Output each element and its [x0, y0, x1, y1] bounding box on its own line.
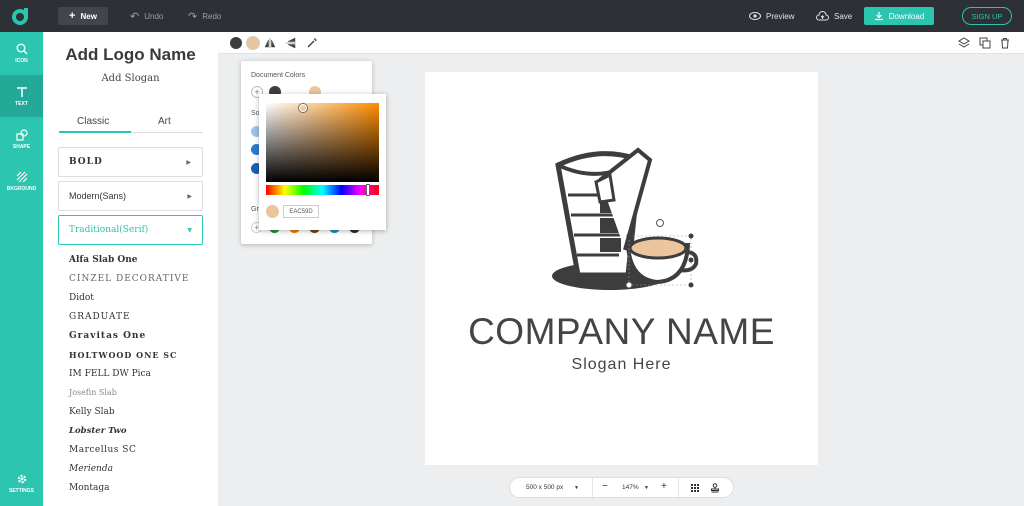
left-nav: ICON TEXT SHAPE BKGROUND SETTINGS	[0, 32, 43, 506]
font-item[interactable]: Merienda	[69, 464, 113, 474]
zoom-in-button[interactable]: +	[661, 481, 667, 492]
stamp-icon[interactable]	[710, 483, 720, 493]
undo-label: Undo	[144, 11, 164, 21]
tab-classic[interactable]: Classic	[77, 116, 109, 127]
chevron-right-icon: ▶	[186, 158, 192, 166]
font-item[interactable]: Josefin Slab	[69, 388, 117, 397]
nav-settings-label: SETTINGS	[8, 487, 34, 494]
font-item[interactable]: Gravitas One	[69, 331, 146, 341]
font-item[interactable]: Lobster Two	[69, 426, 127, 436]
font-item[interactable]: HOLTWOOD ONE SC	[69, 350, 177, 360]
plus-icon: +	[69, 10, 76, 22]
nav-shape[interactable]: SHAPE	[0, 118, 43, 160]
new-label: New	[80, 11, 97, 21]
nav-icon-label: ICON	[15, 57, 28, 64]
color-picker: EAC59D	[259, 94, 386, 230]
preview-button[interactable]: Preview	[749, 7, 794, 25]
cloud-upload-icon	[816, 11, 829, 21]
saturation-value-field[interactable]	[266, 103, 379, 182]
font-item[interactable]: Didot	[69, 293, 94, 303]
font-item[interactable]: Kelly Slab	[69, 407, 115, 417]
tab-active-indicator	[59, 131, 131, 133]
font-item[interactable]: CINZEL DECORATIVE	[69, 274, 189, 284]
shape-icon	[15, 128, 28, 141]
nav-background-label: BKGROUND	[6, 185, 37, 192]
font-item[interactable]: GRADUATE	[69, 312, 131, 322]
category-bold[interactable]: BOLD ▶	[58, 147, 203, 177]
text-panel: Add Logo Name Add Slogan Classic Art BOL…	[43, 32, 218, 506]
download-button[interactable]: Download	[864, 7, 934, 25]
save-label: Save	[834, 11, 853, 21]
redo-button[interactable]: ↷ Redo	[188, 7, 221, 25]
font-item[interactable]: Alfa Slab One	[69, 255, 138, 265]
chevron-down-icon[interactable]: ▼	[574, 485, 579, 491]
download-icon	[874, 12, 883, 21]
nav-text-label: TEXT	[15, 100, 28, 107]
slogan-text[interactable]: Slogan Here	[425, 356, 818, 374]
redo-icon: ↷	[188, 10, 198, 23]
text-icon	[16, 86, 27, 97]
hue-handle[interactable]	[366, 184, 370, 196]
nav-icon[interactable]: ICON	[0, 32, 43, 74]
divider	[592, 478, 593, 499]
logo-name-input[interactable]: Add Logo Name	[43, 45, 218, 65]
search-icon	[16, 43, 27, 54]
undo-button[interactable]: ↶ Undo	[130, 7, 163, 25]
font-item[interactable]: IM FELL DW Pica	[69, 369, 151, 379]
font-item[interactable]: Montaga	[69, 483, 110, 493]
zoom-bar: 500 x 500 px ▼ − 147% ▼ +	[509, 477, 734, 499]
document-colors-title: Document Colors	[251, 72, 306, 79]
color-swatch-dark[interactable]	[230, 37, 242, 49]
divider	[678, 478, 679, 499]
grid-icon[interactable]	[690, 483, 700, 493]
chevron-right-icon: ▶	[187, 193, 192, 200]
redo-label: Redo	[202, 11, 222, 21]
duplicate-icon[interactable]	[979, 37, 991, 49]
flip-horizontal-icon[interactable]	[264, 37, 276, 49]
hex-input[interactable]: EAC59D	[283, 205, 319, 218]
background-icon	[16, 171, 27, 182]
category-modern[interactable]: Modern(Sans) ▶	[58, 181, 203, 211]
trash-icon[interactable]	[999, 37, 1011, 49]
hue-slider[interactable]	[266, 185, 379, 195]
magic-wand-icon[interactable]	[306, 37, 318, 49]
slogan-input[interactable]: Add Slogan	[43, 73, 218, 84]
preview-label: Preview	[766, 11, 795, 21]
canvas-size-label[interactable]: 500 x 500 px	[526, 484, 563, 491]
layers-icon[interactable]	[958, 37, 970, 49]
gradient-colors-title: Gr	[251, 206, 259, 213]
picker-handle[interactable]	[299, 104, 307, 112]
company-name-text[interactable]: COMPANY NAME	[425, 311, 818, 353]
editor-toolbar	[218, 32, 1024, 54]
signup-label: SIGN UP	[971, 11, 1003, 21]
nav-background[interactable]: BKGROUND	[0, 160, 43, 202]
flip-vertical-icon[interactable]	[285, 37, 297, 49]
nav-text[interactable]: TEXT	[0, 75, 43, 117]
font-item[interactable]: Marcellus SC	[69, 445, 136, 455]
signup-button[interactable]: SIGN UP	[962, 7, 1012, 25]
zoom-out-button[interactable]: −	[602, 481, 608, 492]
app-logo-icon[interactable]	[11, 6, 31, 26]
nav-shape-label: SHAPE	[12, 143, 31, 150]
download-label: Download	[888, 11, 925, 21]
new-button[interactable]: + New	[58, 7, 108, 25]
nav-settings[interactable]: SETTINGS	[0, 462, 43, 504]
eye-icon	[749, 12, 761, 20]
tab-art[interactable]: Art	[158, 116, 171, 127]
gear-icon	[17, 474, 26, 483]
color-swatch-tan[interactable]	[247, 37, 259, 49]
save-button[interactable]: Save	[816, 7, 852, 25]
undo-icon: ↶	[130, 10, 140, 23]
current-color-preview	[266, 205, 279, 218]
category-traditional-label: Traditional(Serif)	[69, 225, 149, 235]
top-bar: + New ↶ Undo ↷ Redo Preview Save Downloa…	[0, 0, 1024, 32]
category-traditional[interactable]: Traditional(Serif) ▼	[58, 215, 203, 245]
chevron-down-icon: ▼	[187, 226, 192, 234]
selection-box[interactable]	[620, 214, 700, 294]
zoom-level-label[interactable]: 147%	[622, 484, 639, 491]
category-modern-label: Modern(Sans)	[69, 191, 127, 201]
category-bold-label: BOLD	[69, 157, 103, 167]
chevron-down-icon[interactable]: ▼	[644, 485, 649, 491]
